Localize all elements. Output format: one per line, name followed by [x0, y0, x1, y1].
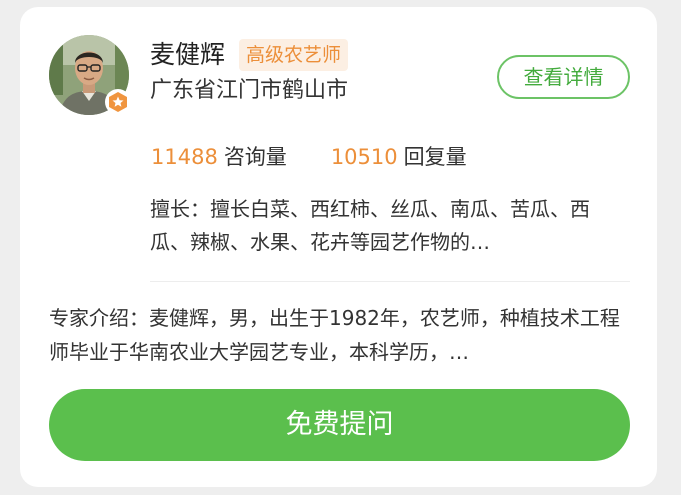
specialty-text: 擅长：擅长白菜、西红柿、丝瓜、南瓜、苦瓜、西瓜、辣椒、水果、花卉等园艺作物的… — [150, 197, 590, 254]
reply-label: 回复量 — [403, 145, 467, 169]
star-badge-icon — [105, 89, 131, 115]
title-badge: 高级农艺师 — [239, 39, 349, 71]
reply-count: 10510 — [330, 145, 398, 169]
expert-intro[interactable]: 专家介绍：麦健辉，男，出生于1982年，农艺师，种植技术工程师毕业于华南农业大学… — [49, 301, 633, 369]
consult-count: 11488 — [151, 145, 218, 169]
free-ask-button[interactable]: 免费提问 — [49, 389, 630, 461]
stats-row: 11488 咨询量 10510 回复量 — [151, 141, 467, 173]
expert-name: 麦健辉 — [150, 40, 226, 69]
expert-card: 麦健辉 高级农艺师 广东省江门市鹤山市 查看详情 11488 咨询量 10510 回复… — [20, 7, 657, 487]
expert-location: 广东省江门市鹤山市 — [150, 78, 349, 103]
consult-label: 咨询量 — [223, 145, 287, 169]
divider — [150, 281, 630, 282]
view-details-button[interactable]: 查看详情 — [497, 55, 630, 99]
